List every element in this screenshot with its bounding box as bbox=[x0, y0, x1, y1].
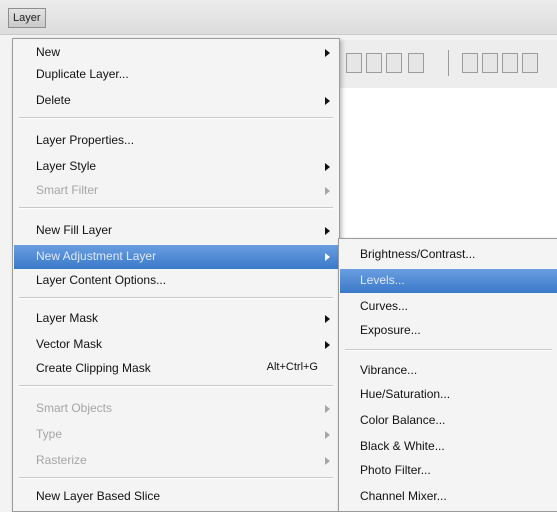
menu-separator bbox=[19, 297, 333, 299]
menu-item-label: Curves... bbox=[360, 299, 409, 313]
menu-item-new-adjustment-layer[interactable]: New Adjustment Layer bbox=[14, 245, 338, 269]
submenu-arrow-icon bbox=[325, 163, 330, 171]
menu-item-label: Duplicate Layer... bbox=[36, 67, 129, 81]
distribute-center-icon[interactable] bbox=[482, 53, 498, 73]
menu-item-curves[interactable]: Curves... bbox=[340, 295, 557, 319]
distribute-left-icon[interactable] bbox=[522, 53, 538, 73]
align-right-icon[interactable] bbox=[408, 53, 424, 73]
menu-item-vector-mask[interactable]: Vector Mask bbox=[14, 333, 338, 357]
menu-separator bbox=[19, 117, 333, 119]
menu-item-duplicate-layer[interactable]: Duplicate Layer... bbox=[14, 63, 338, 87]
menu-item-layer-style[interactable]: Layer Style bbox=[14, 155, 338, 179]
menu-item-layer-content-options[interactable]: Layer Content Options... bbox=[14, 269, 338, 293]
adjustment-layer-submenu: Brightness/Contrast... Levels... Curves.… bbox=[338, 238, 557, 512]
menu-separator bbox=[19, 207, 333, 209]
submenu-arrow-icon bbox=[325, 341, 330, 349]
menu-item-label: Exposure... bbox=[360, 323, 421, 337]
menu-item-label: New bbox=[36, 45, 61, 59]
menu-item-label: Create Clipping Mask bbox=[36, 361, 151, 375]
menu-item-channel-mixer[interactable]: Channel Mixer... bbox=[340, 485, 557, 509]
menu-item-label: Smart Filter bbox=[36, 183, 99, 197]
menu-item-layer-properties[interactable]: Layer Properties... bbox=[14, 129, 338, 153]
menu-item-label: Layer Properties... bbox=[36, 133, 135, 147]
menu-item-layer-mask[interactable]: Layer Mask bbox=[14, 307, 338, 331]
menu-item-label: Layer Mask bbox=[36, 311, 99, 325]
align-bottom-icon[interactable] bbox=[386, 53, 402, 73]
distribute-top-icon[interactable] bbox=[462, 53, 478, 73]
menu-item-label: Hue/Saturation... bbox=[360, 387, 451, 401]
menu-item-new-fill-layer[interactable]: New Fill Layer bbox=[14, 219, 338, 243]
menu-separator bbox=[19, 477, 333, 479]
submenu-arrow-icon bbox=[325, 405, 330, 413]
submenu-arrow-icon bbox=[325, 253, 330, 261]
menu-item-brightness-contrast[interactable]: Brightness/Contrast... bbox=[340, 243, 557, 267]
menu-item-label: Photo Filter... bbox=[360, 463, 431, 477]
menu-item-smart-objects: Smart Objects bbox=[14, 397, 338, 421]
submenu-arrow-icon bbox=[325, 49, 330, 57]
menu-item-label: Layer Content Options... bbox=[36, 273, 167, 287]
menu-item-rasterize: Rasterize bbox=[14, 449, 338, 473]
document-canvas bbox=[336, 88, 557, 238]
menu-item-vibrance[interactable]: Vibrance... bbox=[340, 359, 557, 383]
layer-menu: New Duplicate Layer... Delete Layer Prop… bbox=[12, 38, 340, 512]
menu-item-levels[interactable]: Levels... bbox=[340, 269, 557, 293]
menu-item-hue-saturation[interactable]: Hue/Saturation... bbox=[340, 383, 557, 407]
menu-item-label: New Layer Based Slice bbox=[36, 489, 161, 503]
menu-item-color-balance[interactable]: Color Balance... bbox=[340, 409, 557, 433]
menu-item-create-clipping-mask[interactable]: Create Clipping Mask Alt+Ctrl+G bbox=[14, 357, 338, 381]
menu-item-exposure[interactable]: Exposure... bbox=[340, 319, 557, 343]
menu-item-label: Black & White... bbox=[360, 439, 445, 453]
menu-item-label: New Adjustment Layer bbox=[36, 249, 157, 263]
menu-item-label: Color Balance... bbox=[360, 413, 446, 427]
align-center-icon[interactable] bbox=[366, 53, 382, 73]
menu-item-label: Vector Mask bbox=[36, 337, 103, 351]
submenu-arrow-icon bbox=[325, 457, 330, 465]
menu-item-label: Smart Objects bbox=[36, 401, 113, 415]
menu-item-label: Rasterize bbox=[36, 453, 87, 467]
menu-bar: Layer bbox=[0, 0, 557, 35]
menu-item-label: Type bbox=[36, 427, 63, 441]
submenu-arrow-icon bbox=[325, 97, 330, 105]
menu-item-label: Channel Mixer... bbox=[360, 489, 447, 503]
menu-item-new-layer-based-slice[interactable]: New Layer Based Slice bbox=[14, 485, 338, 509]
layer-menu-button[interactable]: Layer bbox=[8, 8, 46, 28]
align-left-icon[interactable] bbox=[346, 53, 362, 73]
menu-item-smart-filter: Smart Filter bbox=[14, 179, 338, 203]
menu-item-black-white[interactable]: Black & White... bbox=[340, 435, 557, 459]
menu-item-label: New Fill Layer bbox=[36, 223, 113, 237]
toolbar-separator bbox=[448, 50, 449, 76]
menu-separator bbox=[19, 385, 333, 387]
distribute-bottom-icon[interactable] bbox=[502, 53, 518, 73]
menu-item-new[interactable]: New bbox=[14, 41, 338, 65]
menu-separator bbox=[345, 349, 552, 351]
submenu-arrow-icon bbox=[325, 187, 330, 195]
menu-item-delete[interactable]: Delete bbox=[14, 89, 338, 113]
menu-item-type: Type bbox=[14, 423, 338, 447]
submenu-arrow-icon bbox=[325, 227, 330, 235]
submenu-arrow-icon bbox=[325, 431, 330, 439]
submenu-arrow-icon bbox=[325, 315, 330, 323]
menu-item-label: Vibrance... bbox=[360, 363, 418, 377]
menu-item-label: Layer Style bbox=[36, 159, 97, 173]
menu-item-shortcut: Alt+Ctrl+G bbox=[266, 361, 318, 373]
menu-item-label: Levels... bbox=[360, 273, 405, 287]
options-toolbar bbox=[336, 40, 557, 89]
menu-item-photo-filter[interactable]: Photo Filter... bbox=[340, 459, 557, 483]
menu-item-label: Delete bbox=[36, 93, 71, 107]
menu-item-label: Brightness/Contrast... bbox=[360, 247, 476, 261]
